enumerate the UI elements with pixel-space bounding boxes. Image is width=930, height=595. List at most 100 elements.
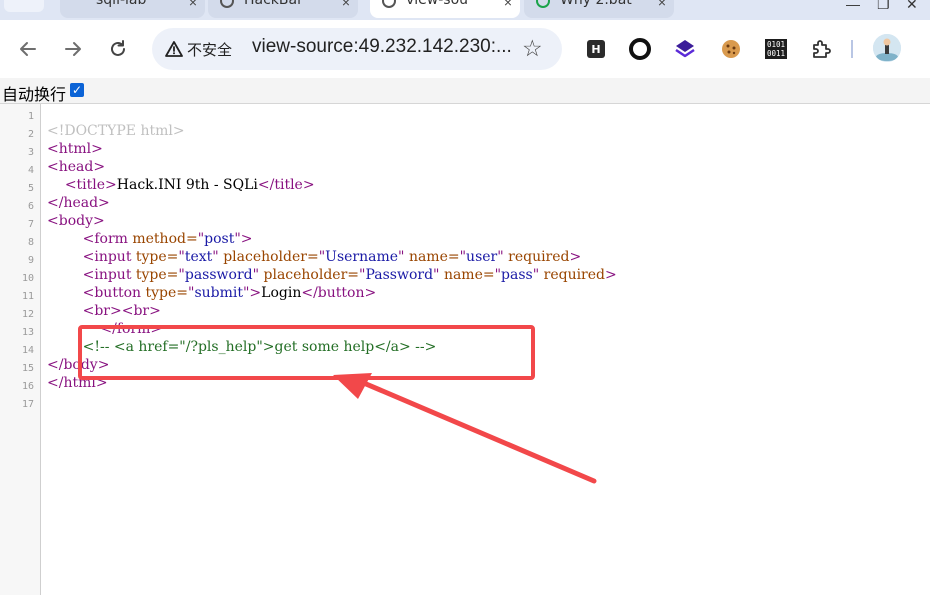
line-number: 3 (27, 147, 34, 158)
tab-why[interactable]: Why 2.bat × (524, 0, 674, 18)
code-line-4: <head> (47, 159, 106, 175)
tab-label: sqli-lab (96, 0, 147, 8)
tab-label: Why 2.bat (560, 0, 632, 8)
avatar-image (873, 34, 901, 62)
tab-sqli[interactable]: sqli-lab × (60, 0, 205, 18)
code-line-5: <title>Hack.INI 9th - SQLi</title> (64, 177, 315, 193)
code-line-14: <!-- <a href="/?pls_help">get some help<… (47, 339, 437, 355)
url-text[interactable]: view-source:49.232.142.230:... (252, 36, 512, 58)
line-wrap-checkbox[interactable]: ✓ (70, 83, 84, 97)
binary-extension-button[interactable]: 0101 0011 (763, 36, 789, 62)
toolbar-divider (851, 40, 853, 58)
line-number: 14 (21, 345, 34, 356)
puzzle-icon (813, 40, 831, 58)
binary-line-2: 0011 (766, 48, 786, 58)
annotation-arrow-shaft (349, 375, 597, 484)
security-label[interactable]: 不安全 (187, 39, 232, 60)
globe-icon (220, 0, 234, 8)
globe-icon (382, 0, 396, 8)
binary-icon: 0101 0011 (765, 39, 787, 59)
code-line-13: </form> (100, 321, 163, 337)
attr-value: submit (194, 285, 243, 301)
line-number: 10 (21, 273, 34, 284)
attr-value: user (466, 249, 498, 265)
line-number: 13 (21, 327, 34, 338)
code-line-9: <input type="text" placeholder="Username… (82, 249, 582, 265)
tab-close-icon[interactable]: × (342, 0, 350, 10)
line-number-gutter: 1 2 3 4 5 6 7 8 9 10 11 12 13 14 15 16 1… (0, 104, 41, 595)
tab-view-source[interactable]: view-sou × (370, 0, 520, 18)
reload-icon (111, 40, 125, 56)
attr-name: required (543, 267, 605, 283)
attr-value: password (184, 267, 253, 283)
address-bar[interactable]: 不安全 view-source:49.232.142.230:... ☆ (152, 28, 562, 70)
bookmark-star-icon[interactable]: ☆ (522, 35, 543, 62)
line-number: 12 (21, 309, 34, 320)
cookie-extension-button[interactable] (718, 36, 744, 62)
line-wrap-label: 自动换行 (2, 85, 67, 104)
code-line-8: <form method="post"> (82, 231, 253, 247)
tab-close-icon[interactable]: × (189, 0, 197, 10)
close-window-icon[interactable]: ✕ (906, 0, 918, 13)
ring-icon (629, 38, 651, 60)
code-line-6: </head> (47, 195, 110, 211)
status-circle-icon (536, 0, 550, 8)
tab-close-icon[interactable]: × (504, 0, 512, 10)
code-line-15: </body> (47, 357, 110, 373)
profile-avatar[interactable] (873, 34, 901, 62)
tab-label: HackBar (244, 0, 303, 8)
arrow-left-icon (20, 42, 36, 56)
forward-button[interactable] (62, 38, 84, 60)
extensions-button[interactable] (808, 36, 834, 62)
attr-name: required (508, 249, 570, 265)
code-line-10: <input type="password" placeholder="Pass… (82, 267, 617, 283)
doctype-text: <!DOCTYPE html> (47, 123, 185, 139)
attr-value: pass (501, 267, 533, 283)
line-number: 4 (27, 165, 34, 176)
line-number: 9 (27, 255, 34, 266)
code-line-11: <button type="submit">Login</button> (82, 285, 377, 301)
layers-icon (675, 40, 695, 58)
code-line-7: <body> (47, 213, 105, 229)
attr-value: post (204, 231, 235, 247)
line-number: 7 (27, 219, 34, 230)
line-number: 2 (27, 129, 34, 140)
code-line-2: <!DOCTYPE html> (47, 123, 185, 139)
back-button[interactable] (17, 38, 39, 60)
maximize-icon[interactable]: ❐ (877, 0, 890, 13)
annotation-arrow-head (333, 373, 372, 399)
tab-group-stub[interactable] (4, 0, 44, 12)
line-number: 16 (21, 381, 34, 392)
line-number: 5 (27, 183, 34, 194)
arrow-right-icon (65, 42, 81, 56)
line-wrap-bar: 自动换行 ✓ (0, 78, 930, 104)
browser-toolbar: 不安全 view-source:49.232.142.230:... ☆ H 0… (0, 20, 930, 78)
tab-label: view-sou (406, 0, 469, 8)
tab-hackbar[interactable]: HackBar × (208, 0, 358, 18)
ring-extension-button[interactable] (627, 36, 653, 62)
line-number: 11 (21, 291, 34, 302)
warning-icon[interactable] (165, 40, 183, 58)
tab-strip: sqli-lab × HackBar × view-sou × Why 2.ba… (0, 0, 930, 20)
line-number: 6 (27, 201, 34, 212)
code-line-3: <html> (47, 141, 103, 157)
minimize-icon[interactable]: — (846, 0, 860, 12)
h-icon: H (587, 40, 605, 58)
line-number: 15 (21, 363, 34, 374)
line-number: 8 (27, 237, 34, 248)
layers-extension-button[interactable] (672, 36, 698, 62)
html-comment: <!-- <a href="/?pls_help">get some help<… (82, 339, 437, 355)
tab-close-icon[interactable]: × (658, 0, 666, 10)
code-line-12: <br><br> (82, 303, 161, 319)
hackbar-extension-button[interactable]: H (583, 36, 609, 62)
tab-new[interactable] (680, 0, 830, 18)
attr-value: Password (365, 267, 434, 283)
code-line-16: </html> (47, 375, 108, 391)
attr-value: Username (325, 249, 399, 265)
line-number: 17 (21, 399, 34, 410)
reload-button[interactable] (107, 38, 129, 60)
line-number: 1 (27, 111, 34, 122)
title-text: Hack.INI 9th - SQLi (116, 177, 258, 193)
button-text: Login (261, 285, 302, 301)
cookie-icon (722, 40, 740, 58)
